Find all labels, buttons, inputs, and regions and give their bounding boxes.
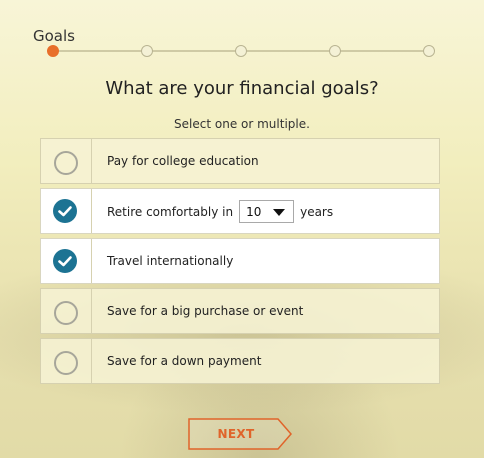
option-radio-cell <box>41 139 92 183</box>
checkmark-icon[interactable] <box>53 249 77 273</box>
goal-option-big-purchase[interactable]: Save for a big purchase or event <box>40 288 440 334</box>
retire-label-before: Retire comfortably in <box>107 204 234 219</box>
radio-unchecked-icon[interactable] <box>54 351 78 375</box>
goal-option-down-payment[interactable]: Save for a down payment <box>40 338 440 384</box>
checkmark-icon[interactable] <box>53 199 77 223</box>
option-radio-cell <box>41 289 92 333</box>
goal-option-label: Pay for college education <box>107 154 259 168</box>
retire-years-value: 10 <box>246 205 262 219</box>
next-button[interactable]: NEXT <box>188 418 292 450</box>
step-dot-5 <box>423 45 435 57</box>
current-step-label: Goals <box>33 27 75 45</box>
step-dot-4 <box>329 45 341 57</box>
goal-option-label: Save for a big purchase or event <box>107 304 304 318</box>
goal-option-retire[interactable]: Retire comfortably in 10 years <box>40 188 440 234</box>
radio-unchecked-icon[interactable] <box>54 301 78 325</box>
retire-years-select[interactable]: 10 <box>239 200 295 223</box>
goal-options-list: Pay for college education Retire comfort… <box>40 138 440 388</box>
retire-label-after: years <box>300 204 334 219</box>
option-radio-cell <box>41 339 92 383</box>
chevron-down-icon <box>273 209 286 216</box>
progress-stepper: Goals <box>0 0 484 70</box>
radio-unchecked-icon[interactable] <box>54 151 78 175</box>
step-dot-3 <box>235 45 247 57</box>
step-dot-2 <box>141 45 153 57</box>
option-radio-cell <box>41 239 92 283</box>
goal-option-label: Save for a down payment <box>107 354 262 368</box>
goal-option-travel[interactable]: Travel internationally <box>40 238 440 284</box>
question-title: What are your financial goals? <box>105 78 379 99</box>
option-radio-cell <box>41 189 92 233</box>
next-button-label: NEXT <box>217 427 255 441</box>
goal-option-label: Travel internationally <box>107 254 234 268</box>
question-subtitle: Select one or multiple. <box>174 117 310 131</box>
step-dot-1 <box>47 45 59 57</box>
goal-option-college[interactable]: Pay for college education <box>40 138 440 184</box>
